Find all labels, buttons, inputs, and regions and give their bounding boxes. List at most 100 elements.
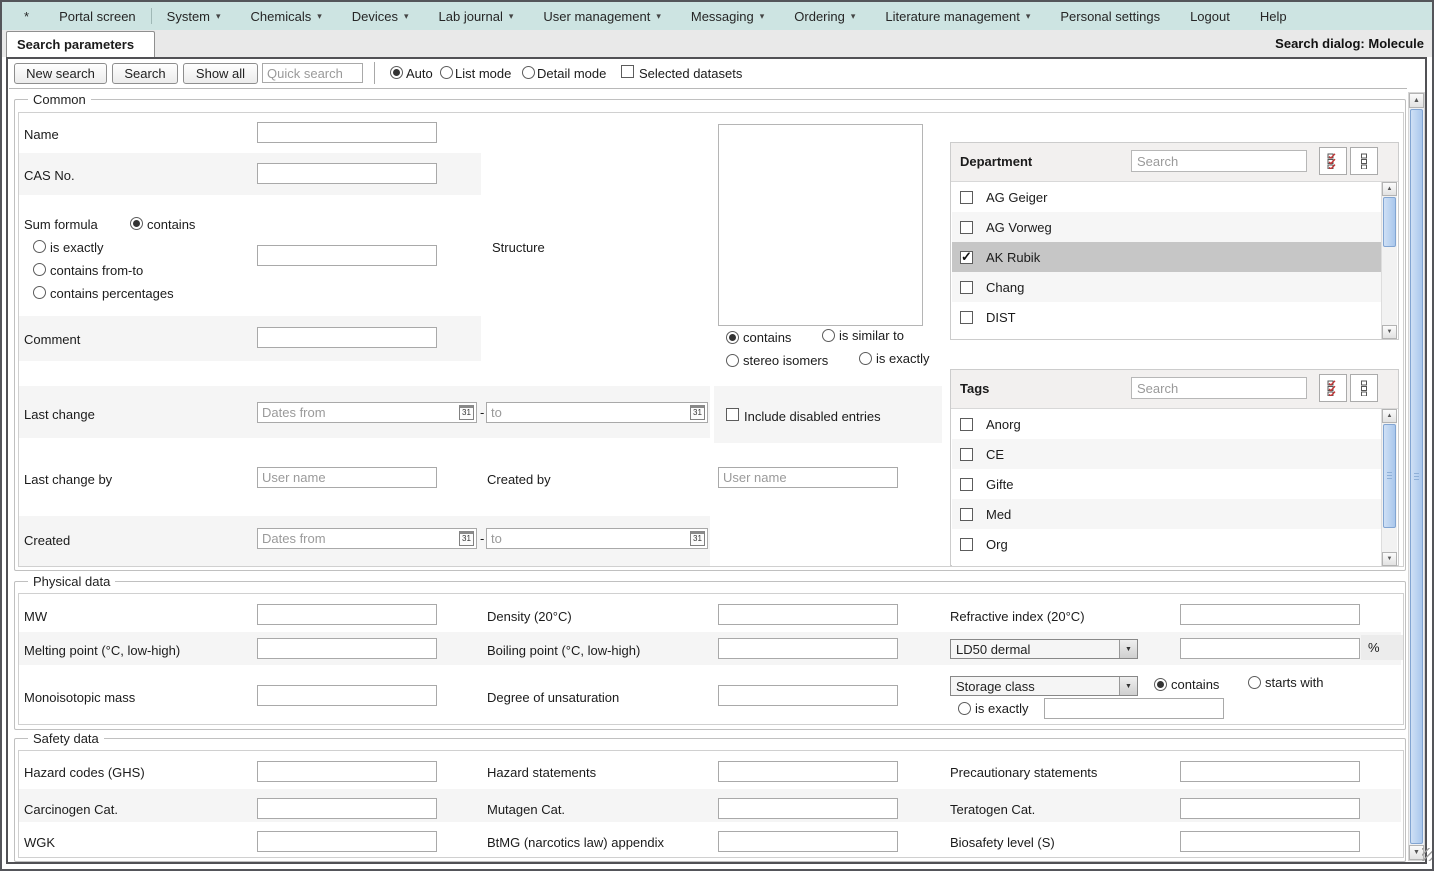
menu-item-personal-settings[interactable]: Personal settings (1045, 9, 1175, 24)
last-change-from-input[interactable] (258, 403, 462, 422)
tags-item-checkbox[interactable] (960, 448, 973, 461)
scroll-up-button[interactable]: ▲ (1409, 93, 1424, 108)
created-to-input[interactable] (487, 529, 693, 548)
department-item-checkbox[interactable] (960, 251, 973, 264)
dropdown-arrow-icon[interactable]: ▼ (1119, 677, 1137, 695)
structure-exact-radio[interactable] (859, 352, 872, 365)
sum-fromto-radio[interactable] (33, 263, 46, 276)
department-item-checkbox[interactable] (960, 221, 973, 234)
calendar-icon[interactable]: 31 (690, 405, 705, 420)
menu-item-portal-screen[interactable]: Portal screen (44, 9, 151, 24)
safety-field-input[interactable] (718, 761, 898, 782)
tags-search-input[interactable] (1131, 377, 1307, 399)
include-disabled-checkbox[interactable] (726, 408, 739, 421)
tags-item[interactable]: Org (952, 529, 1382, 559)
safety-field-input[interactable] (1180, 798, 1360, 819)
resize-grip[interactable] (1422, 848, 1433, 861)
last-change-to-input[interactable] (487, 403, 693, 422)
menu-item-star[interactable]: * (2, 9, 44, 24)
tags-item-checkbox[interactable] (960, 538, 973, 551)
ld50-input[interactable] (1180, 638, 1360, 659)
comment-input[interactable] (257, 327, 437, 348)
storage-class-input[interactable] (1044, 698, 1224, 719)
last-change-to-field[interactable]: 31 (486, 402, 708, 423)
scrollbar-thumb[interactable] (1383, 424, 1396, 528)
scrollbar-thumb[interactable] (1383, 197, 1396, 247)
quick-search-input[interactable] (262, 63, 363, 83)
dropdown-arrow-icon[interactable]: ▼ (1119, 640, 1137, 658)
scroll-down-button[interactable]: ▼ (1382, 552, 1397, 566)
mode-auto-radio[interactable] (390, 66, 403, 79)
mode-list-radio[interactable] (440, 66, 453, 79)
menu-item-ordering[interactable]: Ordering▾ (779, 9, 870, 24)
department-item-checkbox[interactable] (960, 191, 973, 204)
check-all-button[interactable] (1319, 147, 1347, 175)
tags-item[interactable]: Gifte (952, 469, 1382, 499)
scrollbar-thumb[interactable] (1410, 109, 1423, 844)
scroll-up-button[interactable]: ▲ (1382, 182, 1397, 196)
menu-item-logout[interactable]: Logout (1175, 9, 1245, 24)
created-to-field[interactable]: 31 (486, 528, 708, 549)
selected-datasets-checkbox[interactable] (621, 65, 634, 78)
mode-detail-radio[interactable] (522, 66, 535, 79)
department-search-input[interactable] (1131, 150, 1307, 172)
department-item[interactable]: Chang (952, 272, 1382, 302)
new-search-button[interactable]: New search (14, 63, 107, 84)
tags-scrollbar[interactable]: ▲ ▼ (1381, 409, 1397, 566)
tags-item-checkbox[interactable] (960, 478, 973, 491)
main-scrollbar[interactable]: ▲ ▼ (1408, 92, 1425, 861)
safety-field-input[interactable] (257, 831, 437, 852)
created-by-input[interactable] (718, 467, 898, 488)
calendar-icon[interactable]: 31 (459, 531, 474, 546)
storage-startswith-radio[interactable] (1248, 676, 1261, 689)
refractive-input[interactable] (1180, 604, 1360, 625)
cas-input[interactable] (257, 163, 437, 184)
department-item[interactable]: AG Geiger (952, 182, 1382, 212)
boiling-input[interactable] (718, 638, 898, 659)
safety-field-input[interactable] (718, 831, 898, 852)
department-item[interactable]: AG Vorweg (952, 212, 1382, 242)
tags-item[interactable]: CE (952, 439, 1382, 469)
melting-input[interactable] (257, 638, 437, 659)
menu-item-devices[interactable]: Devices▾ (337, 9, 424, 24)
calendar-icon[interactable]: 31 (690, 531, 705, 546)
uncheck-all-button[interactable] (1350, 374, 1378, 402)
created-from-input[interactable] (258, 529, 462, 548)
last-change-from-field[interactable]: 31 (257, 402, 477, 423)
sum-contains-radio[interactable] (130, 217, 143, 230)
storage-exactly-radio[interactable] (958, 702, 971, 715)
name-input[interactable] (257, 122, 437, 143)
show-all-button[interactable]: Show all (183, 63, 258, 84)
department-item-checkbox[interactable] (960, 311, 973, 324)
menu-item-messaging[interactable]: Messaging▾ (676, 9, 779, 24)
sum-formula-input[interactable] (257, 245, 437, 266)
safety-field-input[interactable] (718, 798, 898, 819)
scroll-up-button[interactable]: ▲ (1382, 409, 1397, 423)
density-input[interactable] (718, 604, 898, 625)
structure-contains-radio[interactable] (726, 331, 739, 344)
menu-item-user-management[interactable]: User management▾ (528, 9, 675, 24)
monoisotopic-input[interactable] (257, 685, 437, 706)
created-from-field[interactable]: 31 (257, 528, 477, 549)
last-change-by-input[interactable] (257, 467, 437, 488)
ld50-type-select[interactable]: LD50 dermal ▼ (950, 639, 1138, 659)
menu-item-chemicals[interactable]: Chemicals▾ (236, 9, 337, 24)
tags-item-checkbox[interactable] (960, 508, 973, 521)
storage-contains-radio[interactable] (1154, 678, 1167, 691)
unsaturation-input[interactable] (718, 685, 898, 706)
uncheck-all-button[interactable] (1350, 147, 1378, 175)
structure-editor-area[interactable] (718, 124, 923, 326)
safety-field-input[interactable] (1180, 831, 1360, 852)
sum-exactly-radio[interactable] (33, 240, 46, 253)
tab-search-parameters[interactable]: Search parameters (6, 31, 155, 57)
calendar-icon[interactable]: 31 (459, 405, 474, 420)
menu-item-literature-management[interactable]: Literature management▾ (870, 9, 1045, 24)
menu-item-system[interactable]: System▾ (152, 9, 236, 24)
safety-field-input[interactable] (257, 761, 437, 782)
menu-item-lab-journal[interactable]: Lab journal▾ (424, 9, 529, 24)
tags-item[interactable]: Anorg (952, 409, 1382, 439)
check-all-button[interactable] (1319, 374, 1347, 402)
safety-field-input[interactable] (1180, 761, 1360, 782)
menu-item-help[interactable]: Help (1245, 9, 1302, 24)
search-button[interactable]: Search (112, 63, 178, 84)
